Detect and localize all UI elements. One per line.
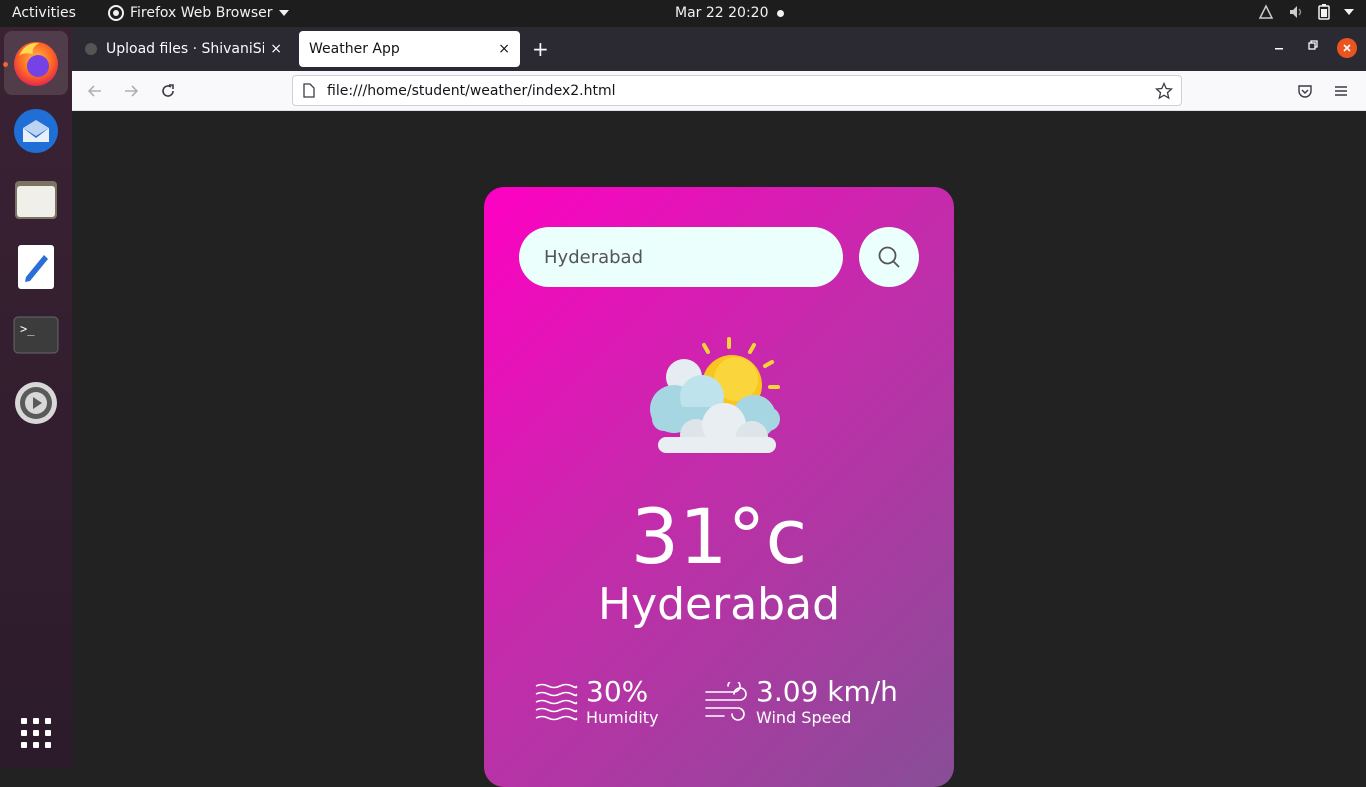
hamburger-menu-icon [1335,86,1347,96]
page-icon [303,83,315,98]
text-editor-icon [18,245,54,289]
address-bar[interactable]: file:///home/student/weather/index2.html [292,75,1182,106]
system-tray[interactable] [1258,4,1354,20]
notification-dot [777,10,784,17]
firefox-small-icon [108,5,124,21]
search-icon [878,246,900,268]
forward-arrow-icon [125,85,139,97]
firefox-window: Upload files · ShivaniSirip × Weather Ap… [72,27,1366,787]
close-icon [1343,44,1351,52]
thunderbird-icon [14,109,58,153]
dock-files[interactable] [4,167,68,231]
minimize-icon [1275,48,1283,50]
temperature-display: 31°c [630,492,808,581]
network-icon[interactable] [1258,4,1274,20]
dock-firefox[interactable] [4,31,68,95]
dock-thunderbird[interactable] [4,99,68,163]
back-button[interactable] [84,80,106,102]
bookmark-star-icon[interactable] [1155,81,1173,100]
files-icon [15,181,57,219]
humidity-icon [535,683,578,721]
wind-speed-value: 3.09 km/h [756,675,898,708]
restore-icon [1308,40,1318,50]
navigation-toolbar: file:///home/student/weather/index2.html [72,71,1366,111]
maximize-button[interactable] [1308,39,1318,53]
close-tab-icon[interactable]: × [270,41,282,57]
firefox-icon [14,42,58,86]
power-menu-chevron-icon[interactable] [1344,8,1354,16]
city-name: Hyderabad [598,579,840,630]
close-tab-icon[interactable]: × [498,41,510,57]
new-tab-button[interactable]: + [532,37,549,61]
tab-label: Weather App [309,41,400,57]
tab-upload-files[interactable]: Upload files · ShivaniSirip × [74,31,292,67]
tab-bar: Upload files · ShivaniSirip × Weather Ap… [72,27,1366,71]
search-button[interactable] [859,227,919,287]
dock: >_ [0,27,72,768]
github-icon [85,43,97,55]
wind-speed-label: Wind Speed [756,708,852,727]
dock-terminal[interactable]: >_ [4,303,68,367]
activities-button[interactable]: Activities [12,5,76,21]
dock-text-editor[interactable] [4,235,68,299]
settings-icon [15,382,57,424]
back-arrow-icon [87,85,101,97]
tab-weather-app[interactable]: Weather App × [299,31,520,67]
tab-label: Upload files · ShivaniSirip [106,41,265,57]
app-menu[interactable]: Firefox Web Browser [108,5,289,21]
wind-block: 3.09 km/h Wind Speed [704,675,898,727]
wind-icon [705,682,747,721]
menu-button[interactable] [1330,80,1352,102]
url-text: file:///home/student/weather/index2.html [327,82,616,99]
forward-button[interactable] [120,80,142,102]
dock-settings[interactable] [4,371,68,435]
close-window-button[interactable] [1337,38,1357,58]
pocket-icon [1298,85,1312,98]
app-menu-label: Firefox Web Browser [130,5,273,21]
battery-icon[interactable] [1318,4,1330,20]
system-top-bar: Activities Firefox Web Browser Mar 22 20… [0,0,1366,27]
weather-details: 30% Humidity 3.09 km/h Wind Speed [534,675,914,735]
humidity-value: 30% [586,675,649,708]
dock-app-grid[interactable] [4,701,68,765]
weather-card: 31°c Hyderabad 30% [484,187,954,787]
svg-text:>_: >_ [20,322,35,336]
humidity-block: 30% Humidity [534,675,659,727]
volume-icon[interactable] [1288,4,1304,20]
app-grid-icon [21,718,51,748]
city-search-input[interactable] [519,227,843,287]
page-viewport: 31°c Hyderabad 30% [72,112,1366,787]
minimize-button[interactable] [1274,39,1284,53]
reload-button[interactable] [157,80,179,102]
humidity-label: Humidity [586,708,659,727]
clock[interactable]: Mar 22 20:20 [675,5,768,21]
terminal-icon: >_ [13,316,59,354]
chevron-down-icon [278,10,289,16]
pocket-button[interactable] [1294,80,1316,102]
partly-cloudy-icon [650,337,780,453]
reload-icon [162,84,174,97]
